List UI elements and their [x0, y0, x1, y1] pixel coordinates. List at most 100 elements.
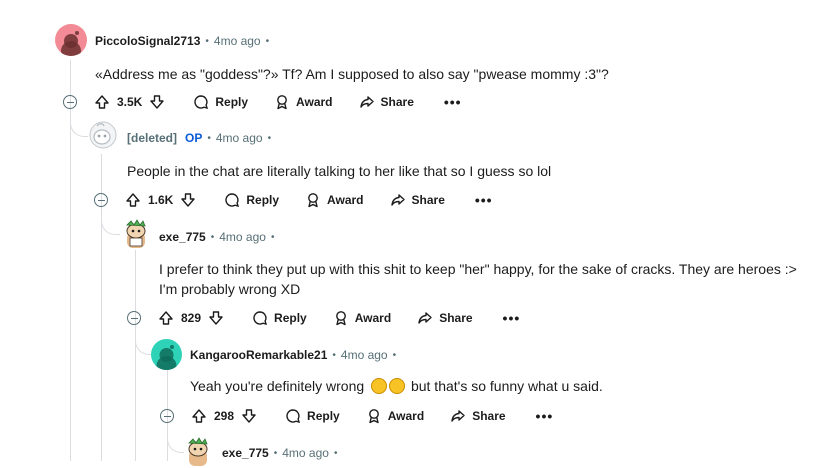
more-options-button[interactable]: •••	[536, 408, 554, 424]
comment-timestamp[interactable]: 4mo ago	[282, 446, 329, 460]
reply-button[interactable]: Reply	[285, 408, 340, 424]
reply-label: Reply	[215, 95, 249, 109]
separator-dot: •	[210, 231, 215, 243]
comment-body: People in the chat are literally talking…	[127, 163, 552, 179]
comment-meta: PiccoloSignal2713 • 4mo ago •	[95, 34, 274, 48]
comment-author[interactable]: exe_775	[222, 446, 269, 460]
avatar[interactable]	[88, 120, 118, 150]
custom-snoo-avatar-icon	[126, 219, 146, 248]
share-label: Share	[380, 95, 414, 109]
reply-button[interactable]: Reply	[252, 310, 307, 326]
upvote-icon[interactable]	[125, 192, 141, 208]
vote-control: 1.6K	[125, 192, 196, 208]
more-options-button[interactable]: •••	[444, 94, 462, 110]
comment-bubble-icon	[286, 409, 301, 423]
award-button[interactable]: Award	[305, 192, 364, 208]
downvote-icon[interactable]	[208, 310, 224, 326]
separator-dot: •	[333, 447, 338, 459]
comment-bubble-icon	[225, 193, 240, 207]
comment-timestamp[interactable]: 4mo ago	[214, 34, 261, 48]
comment-timestamp[interactable]: 4mo ago	[216, 131, 263, 145]
comment-action-bar: 1.6K Reply Award Share •••	[94, 186, 493, 214]
share-arrow-icon	[359, 96, 374, 108]
laughing-emoji-icon	[371, 378, 388, 394]
share-button[interactable]: Share	[450, 408, 506, 424]
collapse-thread-button[interactable]	[127, 311, 141, 325]
share-label: Share	[411, 193, 445, 207]
comment-author[interactable]: exe_775	[159, 230, 206, 244]
op-badge: OP	[185, 131, 203, 145]
collapse-thread-button[interactable]	[160, 409, 174, 423]
comment-body: Yeah you're definitely wrong but that's …	[190, 376, 603, 396]
comment-meta: KangarooRemarkable21 • 4mo ago •	[190, 348, 401, 362]
more-options-button[interactable]: •••	[503, 310, 521, 326]
award-label: Award	[296, 95, 333, 109]
laughing-emoji-icon	[389, 378, 406, 394]
comment-body-text: Yeah you're definitely wrong	[190, 378, 365, 394]
award-button[interactable]: Award	[333, 310, 391, 326]
comment-body-line: I prefer to think they put up with this …	[159, 261, 797, 277]
more-options-button[interactable]: •••	[475, 192, 493, 208]
comment-timestamp[interactable]: 4mo ago	[341, 348, 388, 362]
reply-button[interactable]: Reply	[193, 94, 248, 110]
separator-dot: •	[392, 349, 397, 361]
upvote-icon[interactable]	[158, 310, 174, 326]
vote-control: 3.5K	[94, 94, 165, 110]
share-label: Share	[472, 409, 506, 423]
award-icon	[368, 409, 379, 424]
avatar[interactable]	[183, 436, 213, 468]
collapse-thread-button[interactable]	[94, 193, 108, 207]
comment-bubble-icon	[194, 95, 209, 109]
vote-control: 829	[158, 310, 224, 326]
downvote-icon[interactable]	[180, 192, 196, 208]
comment-action-bar: 829 Reply Award Share •••	[127, 304, 520, 332]
award-label: Award	[327, 193, 364, 207]
award-icon	[335, 311, 346, 326]
downvote-icon[interactable]	[149, 94, 165, 110]
reply-label: Reply	[307, 409, 340, 423]
avatar[interactable]	[121, 218, 151, 250]
upvote-icon[interactable]	[94, 94, 110, 110]
collapse-thread-button[interactable]	[63, 95, 77, 109]
comment-author[interactable]: PiccoloSignal2713	[95, 34, 200, 48]
deleted-user-avatar-icon	[89, 121, 117, 149]
award-button[interactable]: Award	[274, 94, 333, 110]
award-icon	[308, 193, 318, 208]
separator-dot: •	[267, 132, 272, 144]
downvote-icon[interactable]	[241, 408, 257, 424]
avatar[interactable]	[55, 24, 87, 56]
snoo-avatar-icon	[61, 31, 81, 56]
award-button[interactable]: Award	[366, 408, 424, 424]
share-arrow-icon	[390, 194, 405, 206]
separator-dot: •	[273, 447, 278, 459]
reply-button[interactable]: Reply	[224, 192, 279, 208]
separator-dot: •	[332, 349, 336, 361]
custom-snoo-avatar-icon	[188, 437, 208, 466]
comment-bubble-icon	[253, 311, 268, 325]
vote-count: 829	[181, 311, 202, 325]
comment-author[interactable]: KangarooRemarkable21	[190, 348, 327, 362]
comment-body-line: I'm probably wrong XD	[159, 281, 301, 297]
share-arrow-icon	[418, 312, 432, 324]
snoo-avatar-icon	[156, 345, 177, 370]
vote-count: 1.6K	[148, 193, 174, 207]
award-label: Award	[354, 311, 392, 325]
separator-dot: •	[207, 132, 211, 144]
share-button[interactable]: Share	[359, 94, 414, 110]
comment-body: «Address me as "goddess"?» Tf? Am I supp…	[95, 66, 609, 82]
avatar[interactable]	[151, 339, 182, 370]
share-label: Share	[439, 311, 473, 325]
share-button[interactable]: Share	[417, 310, 473, 326]
separator-dot: •	[265, 35, 270, 47]
upvote-icon[interactable]	[191, 408, 207, 424]
share-button[interactable]: Share	[390, 192, 445, 208]
comment-action-bar: 3.5K Reply Award Share •••	[63, 88, 462, 116]
vote-control: 298	[191, 408, 257, 424]
reply-label: Reply	[246, 193, 280, 207]
reply-label: Reply	[274, 311, 307, 325]
vote-count: 3.5K	[117, 95, 143, 109]
comment-timestamp[interactable]: 4mo ago	[219, 230, 266, 244]
share-arrow-icon	[451, 410, 465, 422]
comment-action-bar: 298 Reply Award Share •••	[160, 402, 553, 430]
comment-meta: [deleted] OP • 4mo ago •	[127, 131, 276, 145]
